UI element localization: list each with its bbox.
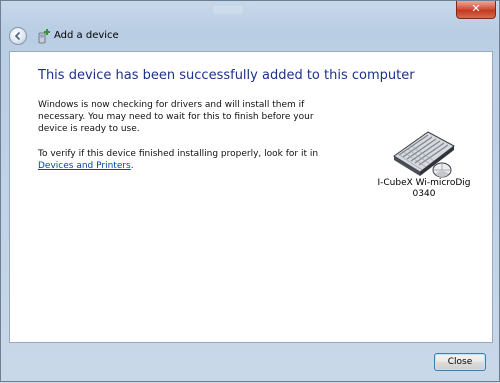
page-title: Add a device <box>54 30 119 41</box>
close-button[interactable]: Close <box>434 353 486 371</box>
navigation-bar: Add a device <box>1 23 500 51</box>
keyboard-mouse-icon <box>393 131 455 178</box>
verify-text: To verify if this device finished instal… <box>38 149 319 159</box>
back-button[interactable] <box>9 27 27 45</box>
device-name-line2: 0340 <box>412 189 436 199</box>
device-name-line1: I-CubeX Wi-microDig <box>377 178 471 188</box>
back-arrow-icon <box>14 31 21 41</box>
title-bar: ✕ <box>1 1 500 23</box>
title-bar-caption <box>213 6 243 14</box>
window-close-button[interactable]: ✕ <box>456 1 496 19</box>
devices-and-printers-link[interactable]: Devices and Printers <box>38 161 131 171</box>
verify-info-text: To verify if this device finished instal… <box>38 148 338 172</box>
dialog-footer: Close <box>1 343 500 383</box>
add-device-icon <box>38 29 50 44</box>
verify-text-end: . <box>130 161 134 171</box>
driver-info-text: Windows is now checking for drivers and … <box>38 100 314 134</box>
device-name-label: I-CubeX Wi-microDig 0340 <box>364 178 484 200</box>
dialog-window: ✕ Add a device This device has been succ… <box>0 0 500 382</box>
success-heading: This device has been successfully added … <box>38 68 415 83</box>
content-panel: This device has been successfully added … <box>9 51 493 343</box>
